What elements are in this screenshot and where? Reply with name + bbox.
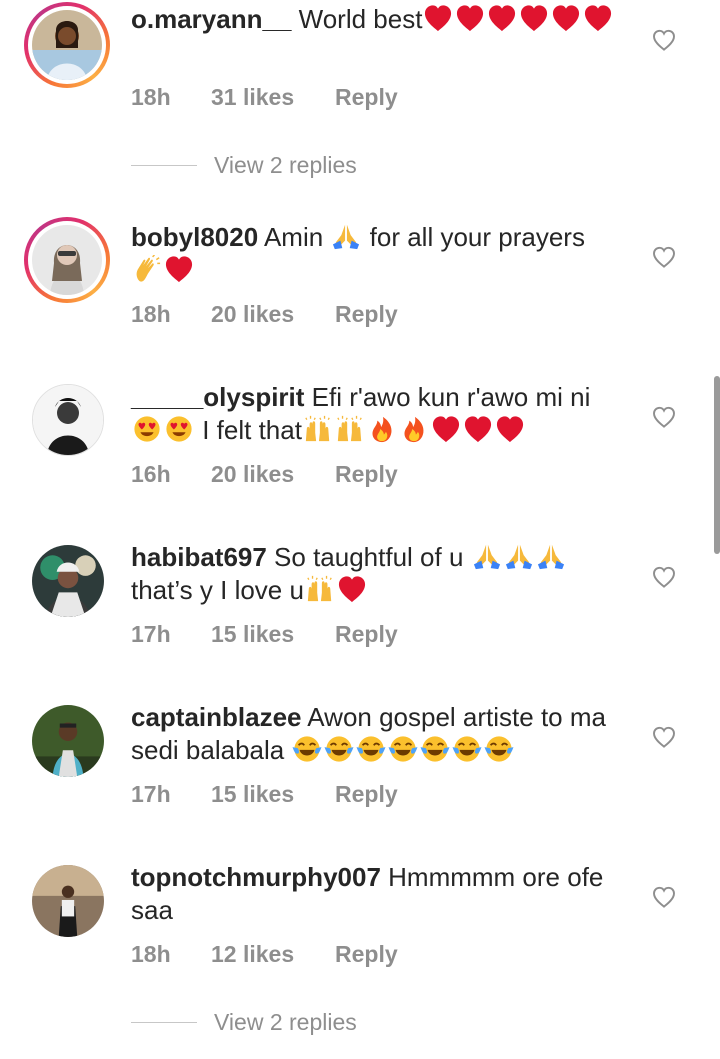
avatar[interactable] — [32, 865, 104, 937]
comment-body: Efi r'awo kun r'awo mi ni — [304, 382, 591, 412]
view-replies-label[interactable]: View 2 replies — [214, 152, 357, 179]
reply-button[interactable]: Reply — [335, 781, 398, 808]
comment-likes[interactable]: 15 likes — [211, 621, 335, 648]
view-replies-label[interactable]: View 2 replies — [214, 1009, 357, 1036]
like-heart-icon[interactable] — [651, 885, 677, 909]
comment-meta: 18h 12 likes Reply — [131, 941, 398, 968]
view-replies-button[interactable]: View 2 replies — [131, 152, 357, 179]
red-heart-emoji — [463, 415, 493, 443]
comment-meta: 17h 15 likes Reply — [131, 621, 398, 648]
fire-emoji — [399, 415, 429, 443]
comment-body: Amin — [258, 222, 331, 252]
comment-body: that’s y I love u — [131, 575, 304, 605]
red-heart-emoji — [164, 255, 194, 283]
comment-likes[interactable]: 20 likes — [211, 301, 335, 328]
avatar[interactable] — [32, 545, 104, 617]
comment-text: topnotchmurphy007 Hmmmmm ore ofe saa — [131, 861, 621, 927]
reply-button[interactable]: Reply — [335, 621, 398, 648]
comment-time: 17h — [131, 781, 171, 807]
raising-hands-emoji — [305, 575, 335, 603]
tears-of-joy-emoji — [356, 735, 386, 763]
red-heart-emoji — [495, 415, 525, 443]
reply-button[interactable]: Reply — [335, 84, 398, 111]
comment-meta: 16h 20 likes Reply — [131, 461, 398, 488]
red-heart-emoji — [423, 4, 453, 32]
comment-body: World best — [291, 4, 423, 34]
comment-username[interactable]: captainblazee — [131, 702, 302, 732]
red-heart-emoji — [551, 4, 581, 32]
tears-of-joy-emoji — [292, 735, 322, 763]
divider-line — [131, 165, 197, 166]
comment-username[interactable]: _____olyspirit — [131, 382, 304, 412]
comment-body: for all your prayers — [362, 222, 585, 252]
comment-text: o.maryann__ World best — [131, 3, 621, 36]
view-replies-button[interactable]: View 2 replies — [131, 1009, 357, 1036]
divider-line — [131, 1022, 197, 1023]
avatar[interactable] — [32, 384, 104, 456]
comment-likes[interactable]: 12 likes — [211, 941, 335, 968]
comment-time: 18h — [131, 301, 171, 327]
comment-likes[interactable]: 20 likes — [211, 461, 335, 488]
comment-likes[interactable]: 31 likes — [211, 84, 335, 111]
comment-meta: 18h 31 likes Reply — [131, 84, 398, 111]
tears-of-joy-emoji — [452, 735, 482, 763]
comment-username[interactable]: o.maryann__ — [131, 4, 291, 34]
reply-button[interactable]: Reply — [335, 461, 398, 488]
scrollbar[interactable] — [714, 376, 720, 554]
comment-text: _____olyspirit Efi r'awo kun r'awo mi ni… — [131, 381, 621, 447]
like-heart-icon[interactable] — [651, 405, 677, 429]
comment-username[interactable]: topnotchmurphy007 — [131, 862, 381, 892]
comment-body: I felt that — [195, 415, 302, 445]
comment-body: So taughtful of u — [266, 542, 471, 572]
tears-of-joy-emoji — [324, 735, 354, 763]
comment-likes[interactable]: 15 likes — [211, 781, 335, 808]
avatar[interactable] — [32, 705, 104, 777]
red-heart-emoji — [337, 575, 367, 603]
red-heart-emoji — [455, 4, 485, 32]
comment-time: 18h — [131, 84, 171, 110]
reply-button[interactable]: Reply — [335, 301, 398, 328]
avatar[interactable] — [24, 2, 110, 88]
raising-hands-emoji — [335, 415, 365, 443]
comment-time: 17h — [131, 621, 171, 647]
red-heart-emoji — [431, 415, 461, 443]
heart-eyes-emoji — [164, 415, 194, 443]
comment-time: 16h — [131, 461, 171, 487]
tears-of-joy-emoji — [484, 735, 514, 763]
like-heart-icon[interactable] — [651, 565, 677, 589]
like-heart-icon[interactable] — [651, 245, 677, 269]
folded-hands-emoji — [504, 542, 534, 570]
comment-username[interactable]: habibat697 — [131, 542, 267, 572]
clapping-hands-emoji — [132, 255, 162, 283]
red-heart-emoji — [519, 4, 549, 32]
red-heart-emoji — [487, 4, 517, 32]
tears-of-joy-emoji — [420, 735, 450, 763]
comment-meta: 18h 20 likes Reply — [131, 301, 398, 328]
fire-emoji — [367, 415, 397, 443]
comment-text: bobyl8020 Amin for all your prayers — [131, 221, 621, 287]
reply-button[interactable]: Reply — [335, 941, 398, 968]
comment-meta: 17h 15 likes Reply — [131, 781, 398, 808]
comment-time: 18h — [131, 941, 171, 967]
red-heart-emoji — [583, 4, 613, 32]
like-heart-icon[interactable] — [651, 28, 677, 52]
heart-eyes-emoji — [132, 415, 162, 443]
like-heart-icon[interactable] — [651, 725, 677, 749]
folded-hands-emoji — [331, 222, 361, 250]
folded-hands-emoji — [472, 542, 502, 570]
folded-hands-emoji — [536, 542, 566, 570]
tears-of-joy-emoji — [388, 735, 418, 763]
comment-username[interactable]: bobyl8020 — [131, 222, 258, 252]
avatar[interactable] — [24, 217, 110, 303]
comment-text: habibat697 So taughtful of u that’s y I … — [131, 541, 621, 607]
raising-hands-emoji — [303, 415, 333, 443]
comment-text: captainblazee Awon gospel artiste to ma … — [131, 701, 621, 767]
